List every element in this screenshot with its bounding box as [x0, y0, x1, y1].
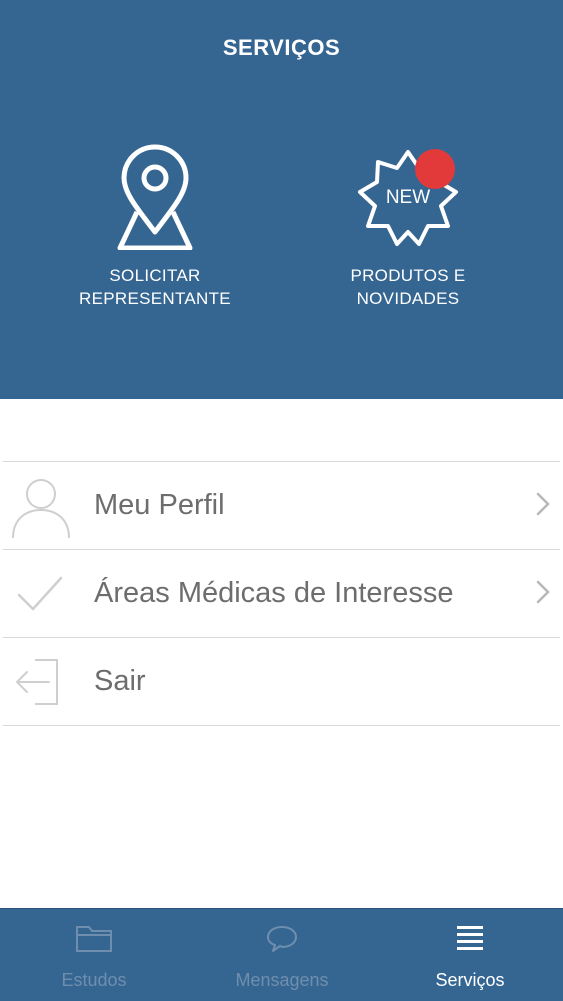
map-pin-icon [117, 144, 193, 250]
tab-label: Estudos [61, 970, 127, 990]
chevron-right-icon [536, 492, 550, 516]
products-news-label: PRODUTOS E NOVIDADES [350, 266, 466, 308]
menu-item-label: Sair [94, 665, 146, 697]
page-title: SERVIÇOS [222, 35, 341, 60]
menu-item-label: Meu Perfil [94, 489, 225, 521]
menu-item-profile[interactable]: Meu Perfil [3, 461, 560, 549]
services-header: SERVIÇOS SOLICITAR REPRESENTANTE NEW PRO… [0, 0, 563, 399]
user-icon [12, 479, 70, 538]
menu-item-label: Áreas Médicas de Interesse [94, 577, 454, 609]
bottom-tab-bar: Estudos Mensagens Serviços [0, 908, 563, 1001]
tab-servicos[interactable]: Serviços [376, 909, 563, 1001]
chevron-right-icon [536, 580, 550, 604]
tab-label: Mensagens [235, 970, 329, 990]
menu-item-medical-areas[interactable]: Áreas Médicas de Interesse [3, 549, 560, 637]
checkmark-icon [17, 576, 63, 611]
products-news-button[interactable]: NEW PRODUTOS E NOVIDADES [288, 140, 528, 310]
new-badge-text: NEW [386, 187, 430, 208]
tab-estudos[interactable]: Estudos [0, 909, 188, 1001]
tab-label: Serviços [435, 970, 505, 990]
services-menu-list: Meu Perfil Áreas Médicas de Interesse Sa… [0, 461, 563, 726]
tab-mensagens[interactable]: Mensagens [188, 909, 376, 1001]
chat-bubble-icon [267, 926, 297, 952]
notification-dot [415, 149, 455, 189]
menu-item-logout[interactable]: Sair [3, 637, 560, 726]
folder-icon [76, 926, 112, 952]
logout-icon [16, 659, 58, 705]
request-representative-button[interactable]: SOLICITAR REPRESENTANTE [35, 140, 275, 310]
request-representative-label: SOLICITAR REPRESENTANTE [79, 266, 231, 308]
menu-lines-icon [457, 926, 483, 950]
new-badge-icon: NEW [358, 149, 458, 246]
